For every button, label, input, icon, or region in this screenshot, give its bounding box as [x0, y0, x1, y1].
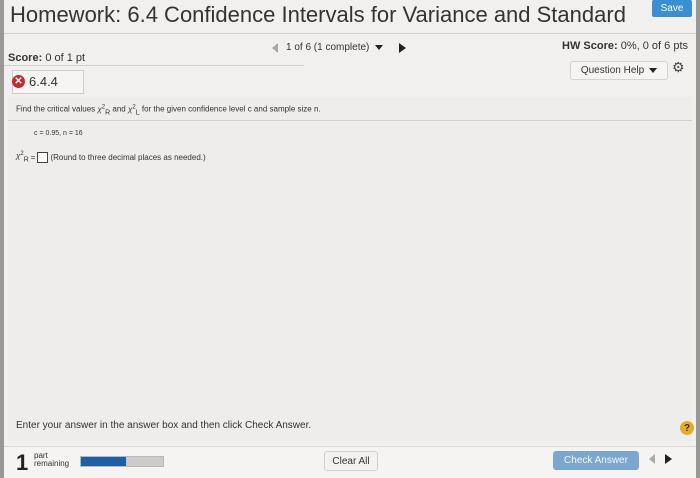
question-pager: 1 of 6 (1 complete)	[272, 42, 407, 53]
chi-squared-right: χ2R	[97, 104, 111, 117]
incorrect-icon: ✕	[12, 75, 25, 88]
homework-window: Homework: 6.4 Confidence Intervals for V…	[4, 0, 696, 478]
divider	[4, 33, 696, 34]
chi-l-subscript: L	[135, 109, 140, 117]
question-number-label: 6.4.4	[29, 74, 58, 89]
score-value: 0 of 1 pt	[45, 52, 86, 64]
question-help-label: Question Help	[580, 65, 645, 76]
previous-icon[interactable]	[649, 454, 655, 464]
question-help-button[interactable]: Question Help	[570, 61, 668, 80]
answer-label-subscript: R	[23, 156, 29, 164]
hw-score: HW Score: 0%, 0 of 6 pts	[562, 40, 688, 52]
answer-hint: (Round to three decimal places as needed…	[50, 152, 206, 162]
question-panel	[8, 97, 692, 442]
clear-all-button[interactable]: Clear All	[324, 451, 378, 471]
and-text: and	[112, 104, 126, 114]
prompt-start: Find the critical values	[16, 104, 96, 114]
check-answer-button[interactable]: Check Answer	[553, 451, 639, 470]
divider	[8, 120, 692, 121]
equals-sign: =	[30, 152, 36, 162]
footer-nav	[649, 454, 672, 464]
chevron-down-icon	[375, 44, 384, 50]
page-title: Homework: 6.4 Confidence Intervals for V…	[10, 2, 626, 27]
help-icon[interactable]: ?	[680, 421, 694, 435]
gear-icon[interactable]: ⚙	[672, 59, 685, 76]
score: Score: 0 of 1 pt	[8, 52, 85, 64]
progress-bar	[80, 456, 164, 467]
chi-r-subscript: R	[105, 109, 111, 117]
parts-remaining-count: 1	[16, 450, 29, 475]
chi-squared-left: χ2L	[128, 104, 140, 117]
question-number: ✕ 6.4.4	[12, 74, 58, 89]
pager-select[interactable]: 1 of 6 (1 complete)	[286, 42, 384, 53]
question-prompt: Find the critical values χ2R and χ2L for…	[16, 104, 321, 116]
save-button[interactable]: Save	[652, 0, 692, 17]
answer-label: χ2R	[16, 151, 29, 164]
answer-row: χ2R = (Round to three decimal places as …	[16, 151, 206, 163]
answer-input[interactable]	[37, 151, 49, 163]
divider	[4, 65, 304, 66]
progress-fill	[81, 457, 127, 466]
hw-score-label: HW Score:	[562, 40, 618, 52]
score-label: Score:	[8, 52, 43, 64]
hw-score-value: 0%, 0 of 6 pts	[620, 40, 688, 52]
pager-text: 1 of 6 (1 complete)	[286, 42, 370, 53]
prompt-end: for the given confidence level c and sam…	[141, 104, 321, 114]
instruction-text: Enter your answer in the answer box and …	[16, 420, 312, 431]
next-question-icon[interactable]	[399, 42, 407, 53]
given-values: c = 0.95, n = 16	[34, 130, 83, 137]
previous-question-icon[interactable]	[272, 42, 278, 53]
chevron-down-icon	[649, 68, 658, 73]
next-icon[interactable]	[665, 454, 672, 464]
